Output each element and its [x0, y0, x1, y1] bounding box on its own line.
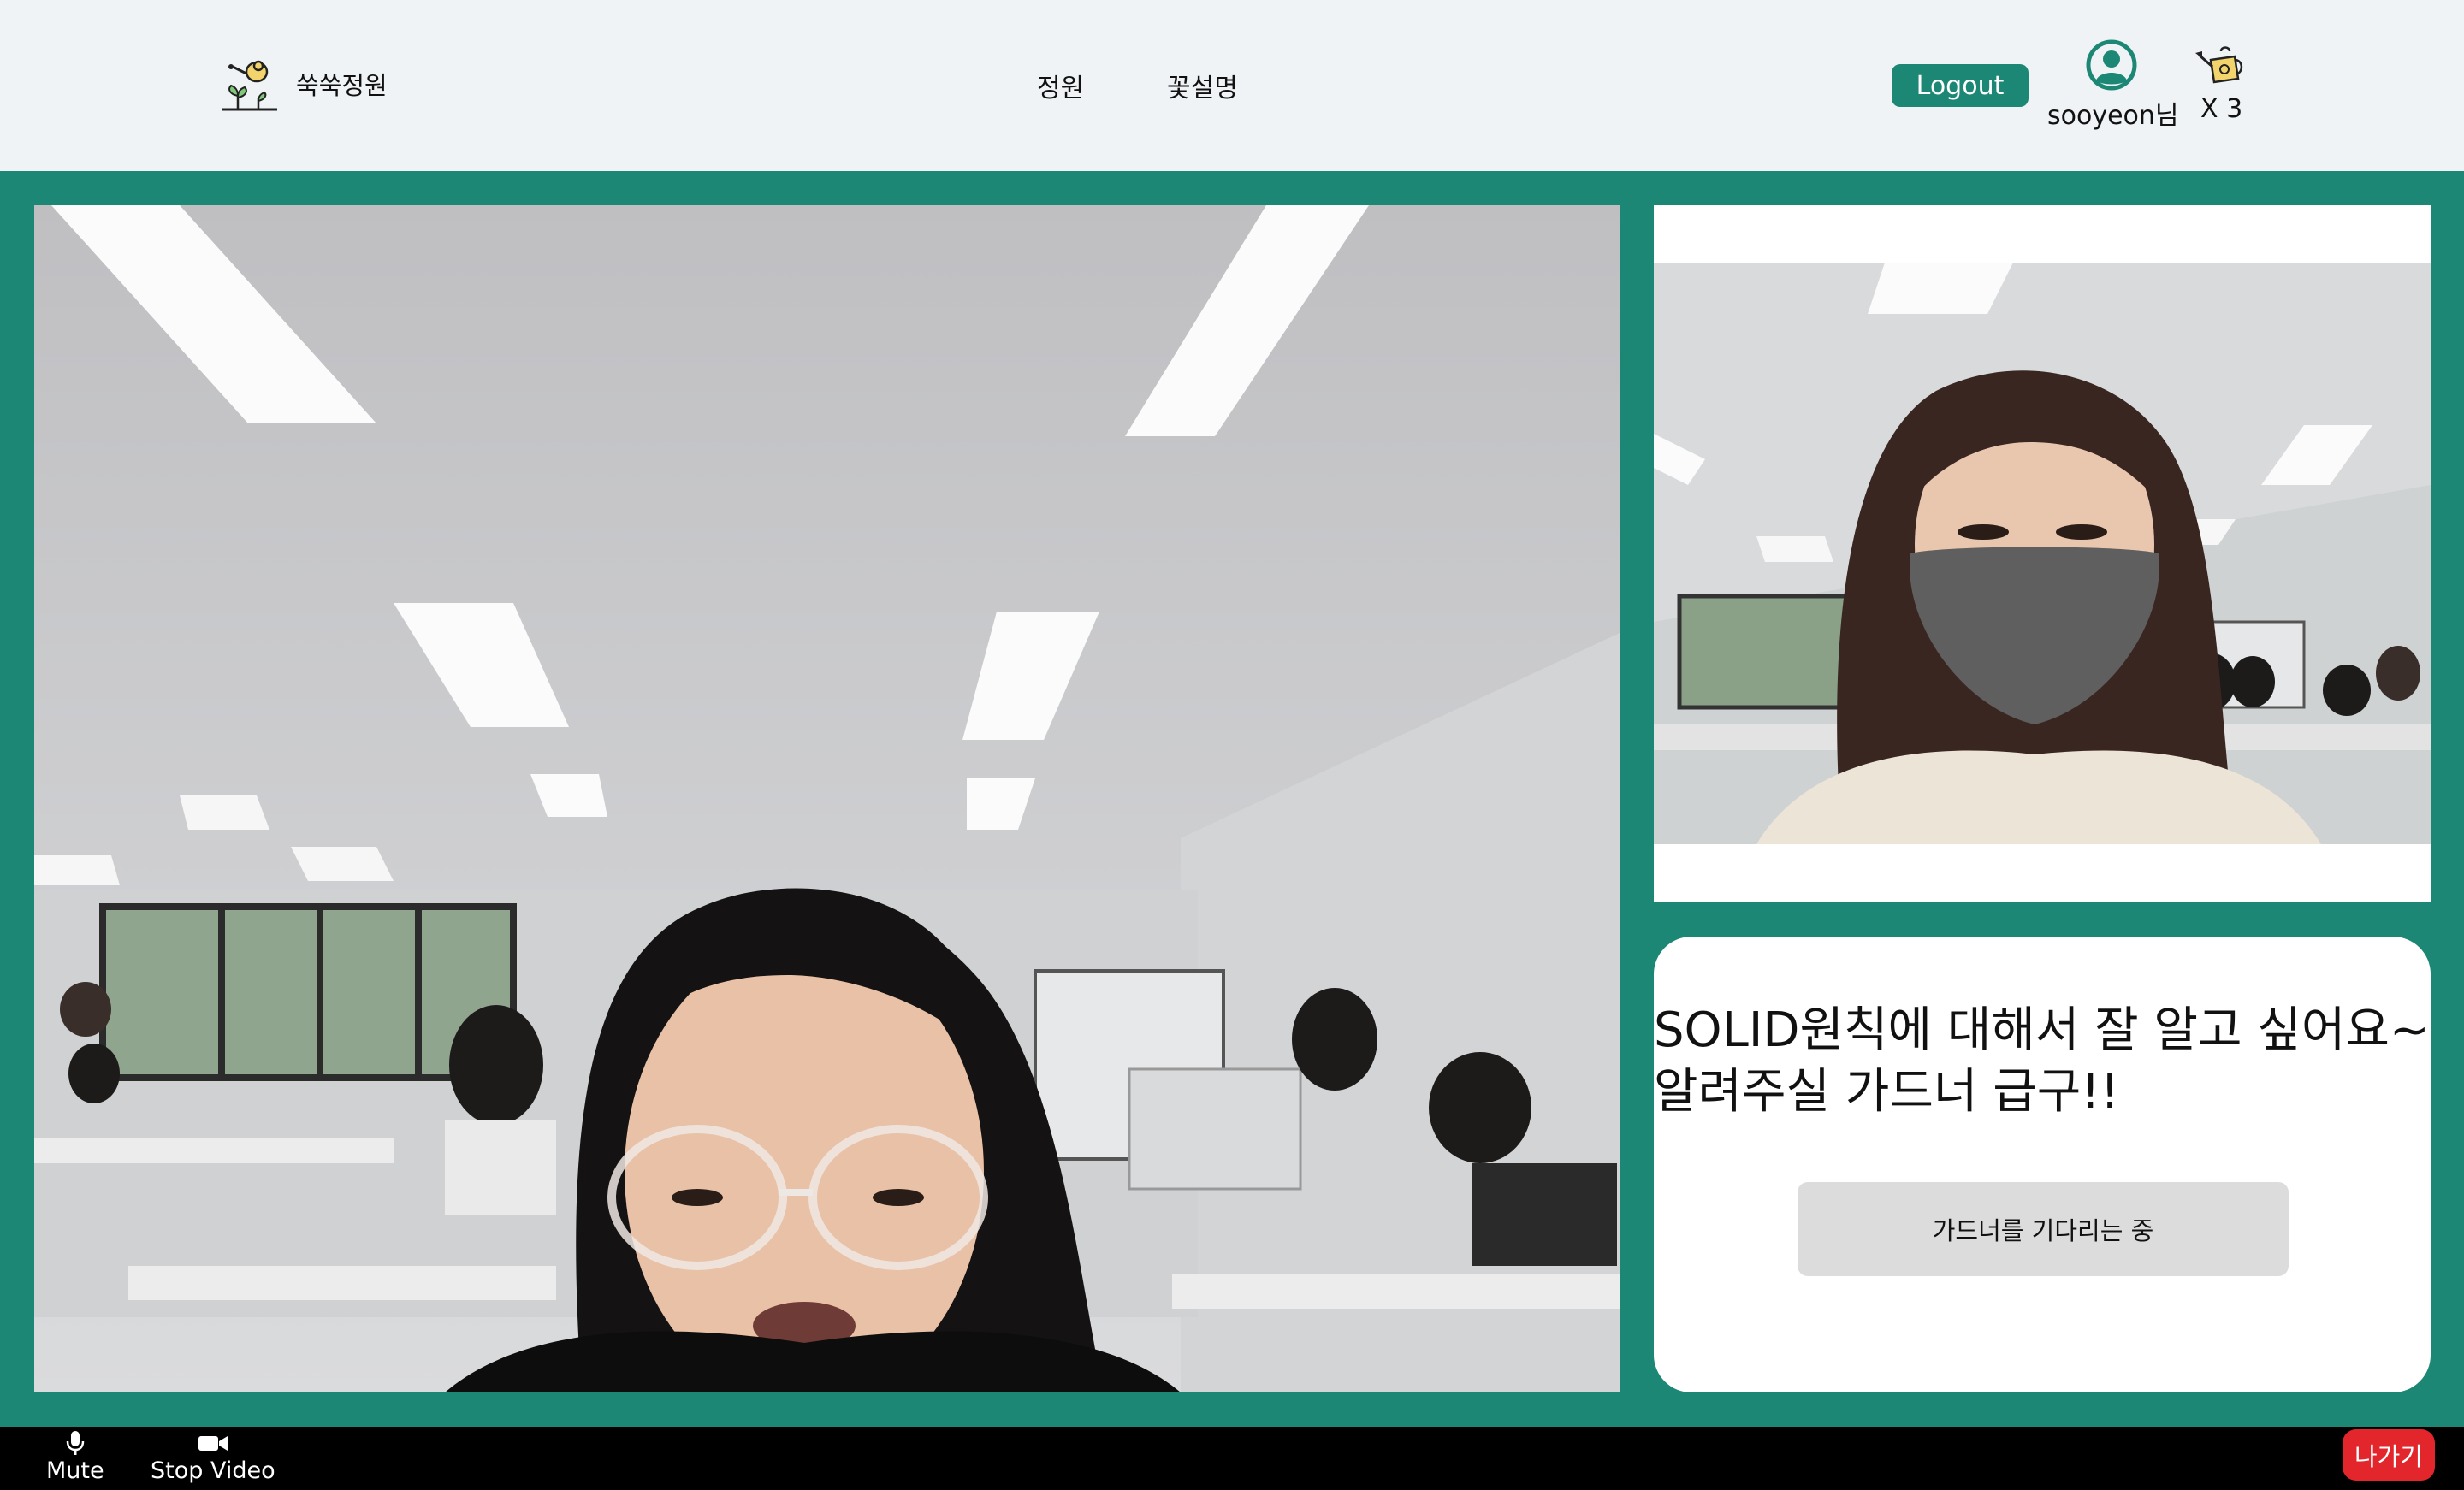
nav-garden[interactable]: 정원 — [1037, 67, 1084, 104]
call-control-bar: Mute Stop Video — [0, 1427, 2464, 1490]
question-line-2: 알려주실 가드너 급구!! — [1654, 1064, 2120, 1120]
question-card: SOLID원칙에 대해서 잘 알고 싶어요~ 알려주실 가드너 급구!! 가드너… — [1654, 937, 2431, 1392]
self-video-feed — [1654, 263, 2431, 844]
self-video-image — [1654, 263, 2431, 844]
brand[interactable]: 쑥쑥정원 — [221, 55, 388, 113]
mute-label: Mute — [46, 1457, 104, 1484]
nav-flower-description[interactable]: 꽃설명 — [1167, 67, 1238, 104]
question-line-1: SOLID원칙에 대해서 잘 알고 싶어요~ — [1654, 1002, 2430, 1058]
video-camera-icon — [198, 1436, 228, 1451]
watering-can-logo-icon — [222, 60, 277, 111]
waiting-for-gardener-button[interactable]: 가드너를 기다리는 중 — [1798, 1182, 2289, 1276]
microphone-icon — [66, 1431, 85, 1455]
stop-video-button[interactable]: Stop Video — [151, 1427, 275, 1484]
user-name: sooyeon님 — [2047, 101, 2179, 131]
logout-button[interactable]: Logout — [1892, 64, 2029, 107]
main-video-feed — [34, 205, 1620, 1392]
stop-video-label: Stop Video — [151, 1457, 275, 1484]
top-header: 쑥쑥정원 정원 꽃설명 Logout sooyeon님 X 3 — [0, 0, 2464, 171]
watering-count: X 3 — [2200, 94, 2243, 124]
self-video-panel — [1654, 205, 2431, 902]
question-text: SOLID원칙에 대해서 잘 알고 싶어요~ 알려주실 가드너 급구!! — [1654, 1000, 2431, 1123]
watering-can-icon — [2195, 46, 2243, 84]
leave-button[interactable]: 나가기 — [2343, 1429, 2435, 1481]
classroom-video-image — [34, 205, 1620, 1392]
mute-button[interactable]: Mute — [46, 1427, 104, 1484]
user-avatar-icon[interactable] — [2086, 39, 2137, 91]
brand-name: 쑥쑥정원 — [296, 71, 388, 100]
